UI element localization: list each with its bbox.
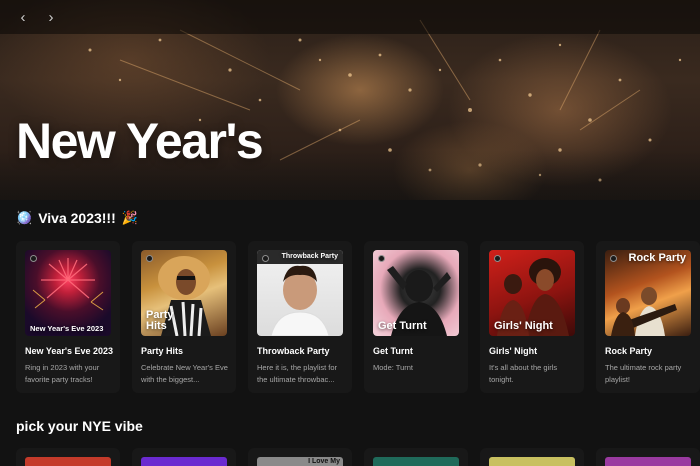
playlist-row: New Year's Eve 2023 New Year's Eve 2023 … — [16, 241, 700, 393]
playlist-card[interactable]: Get Turnt Get Turnt Mode: Turnt — [364, 241, 468, 393]
card-title: Girls' Night — [489, 346, 538, 356]
card-description: Mode: Turnt — [373, 363, 414, 372]
artist-photo — [257, 250, 343, 336]
playlist-cover — [141, 457, 227, 466]
party-popper-icon: 🎉 — [121, 210, 138, 225]
card-title: Get Turnt — [373, 346, 413, 356]
playlist-card[interactable]: I Love My — [248, 448, 352, 466]
playlist-cover: Party Hits — [141, 250, 227, 336]
playlist-cover — [25, 457, 111, 466]
cover-text: Party Hits — [146, 309, 174, 332]
cover-text: Get Turnt — [378, 320, 427, 332]
playlist-card[interactable]: Girls' Night Girls' Night It's all about… — [480, 241, 584, 393]
spotify-logo-icon — [262, 255, 269, 262]
card-title: Rock Party — [605, 346, 653, 356]
card-description: Ring in 2023 with your favorite party tr… — [25, 363, 100, 384]
playlist-cover: Get Turnt — [373, 250, 459, 336]
forward-arrow-icon[interactable]: › — [40, 6, 62, 28]
cover-text: I Love My — [308, 458, 340, 465]
playlist-card[interactable]: Party Hits Party Hits Celebrate New Year… — [132, 241, 236, 393]
cover-text: Girls' Night — [494, 320, 553, 332]
playlist-cover: Girls' Night — [489, 250, 575, 336]
playlist-card[interactable] — [132, 448, 236, 466]
playlist-cover — [489, 457, 575, 466]
playlist-cover: Rock Party — [605, 250, 691, 336]
playlist-card[interactable] — [596, 448, 700, 466]
card-description: The ultimate rock party playlist! — [605, 363, 682, 384]
card-title: New Year's Eve 2023 — [25, 346, 114, 356]
playlist-cover: New Year's Eve 2023 — [25, 250, 111, 336]
card-title: Party Hits — [141, 346, 184, 356]
playlist-card[interactable]: New Year's Eve 2023 New Year's Eve 2023 … — [16, 241, 120, 393]
spotify-logo-icon — [494, 255, 501, 262]
spotify-logo-icon — [146, 255, 153, 262]
card-title: Throwback Party — [257, 346, 330, 356]
spotify-logo-icon — [610, 255, 617, 262]
spotify-logo-icon — [378, 255, 385, 262]
playlist-cover — [373, 457, 459, 466]
section-title-nye-vibe[interactable]: pick your NYE vibe — [16, 418, 143, 434]
playlist-cover: Throwback Party — [257, 250, 343, 336]
page-title: New Year's — [16, 113, 264, 169]
hero-banner: ‹ › New Year's — [0, 0, 700, 200]
card-description: Celebrate New Year's Eve with the bigges… — [141, 363, 228, 384]
playlist-card[interactable] — [16, 448, 120, 466]
playlist-cover — [605, 457, 691, 466]
playlist-cover: I Love My — [257, 457, 343, 466]
cover-text: Rock Party — [628, 252, 686, 264]
section-title-viva[interactable]: 🪩 Viva 2023!!! 🎉 — [16, 210, 138, 226]
playlist-card[interactable]: Rock Party Rock Party The ultimate rock … — [596, 241, 700, 393]
back-arrow-icon[interactable]: ‹ — [12, 6, 34, 28]
card-description: It's all about the girls tonight. — [489, 363, 558, 384]
playlist-card[interactable] — [364, 448, 468, 466]
section-title-label: Viva 2023!!! — [38, 210, 116, 226]
playlist-card[interactable]: Throwback Party Throwback Party Here it … — [248, 241, 352, 393]
top-bar — [0, 0, 700, 34]
playlist-row-partial: I Love My — [16, 448, 700, 466]
disco-ball-icon: 🪩 — [16, 210, 33, 225]
spotify-logo-icon — [30, 255, 37, 262]
playlist-card[interactable] — [480, 448, 584, 466]
cover-text: Throwback Party — [281, 253, 338, 260]
cover-text: New Year's Eve 2023 — [30, 323, 104, 333]
card-description: Here it is, the playlist for the ultimat… — [257, 363, 338, 384]
section-title-label: pick your NYE vibe — [16, 418, 143, 434]
